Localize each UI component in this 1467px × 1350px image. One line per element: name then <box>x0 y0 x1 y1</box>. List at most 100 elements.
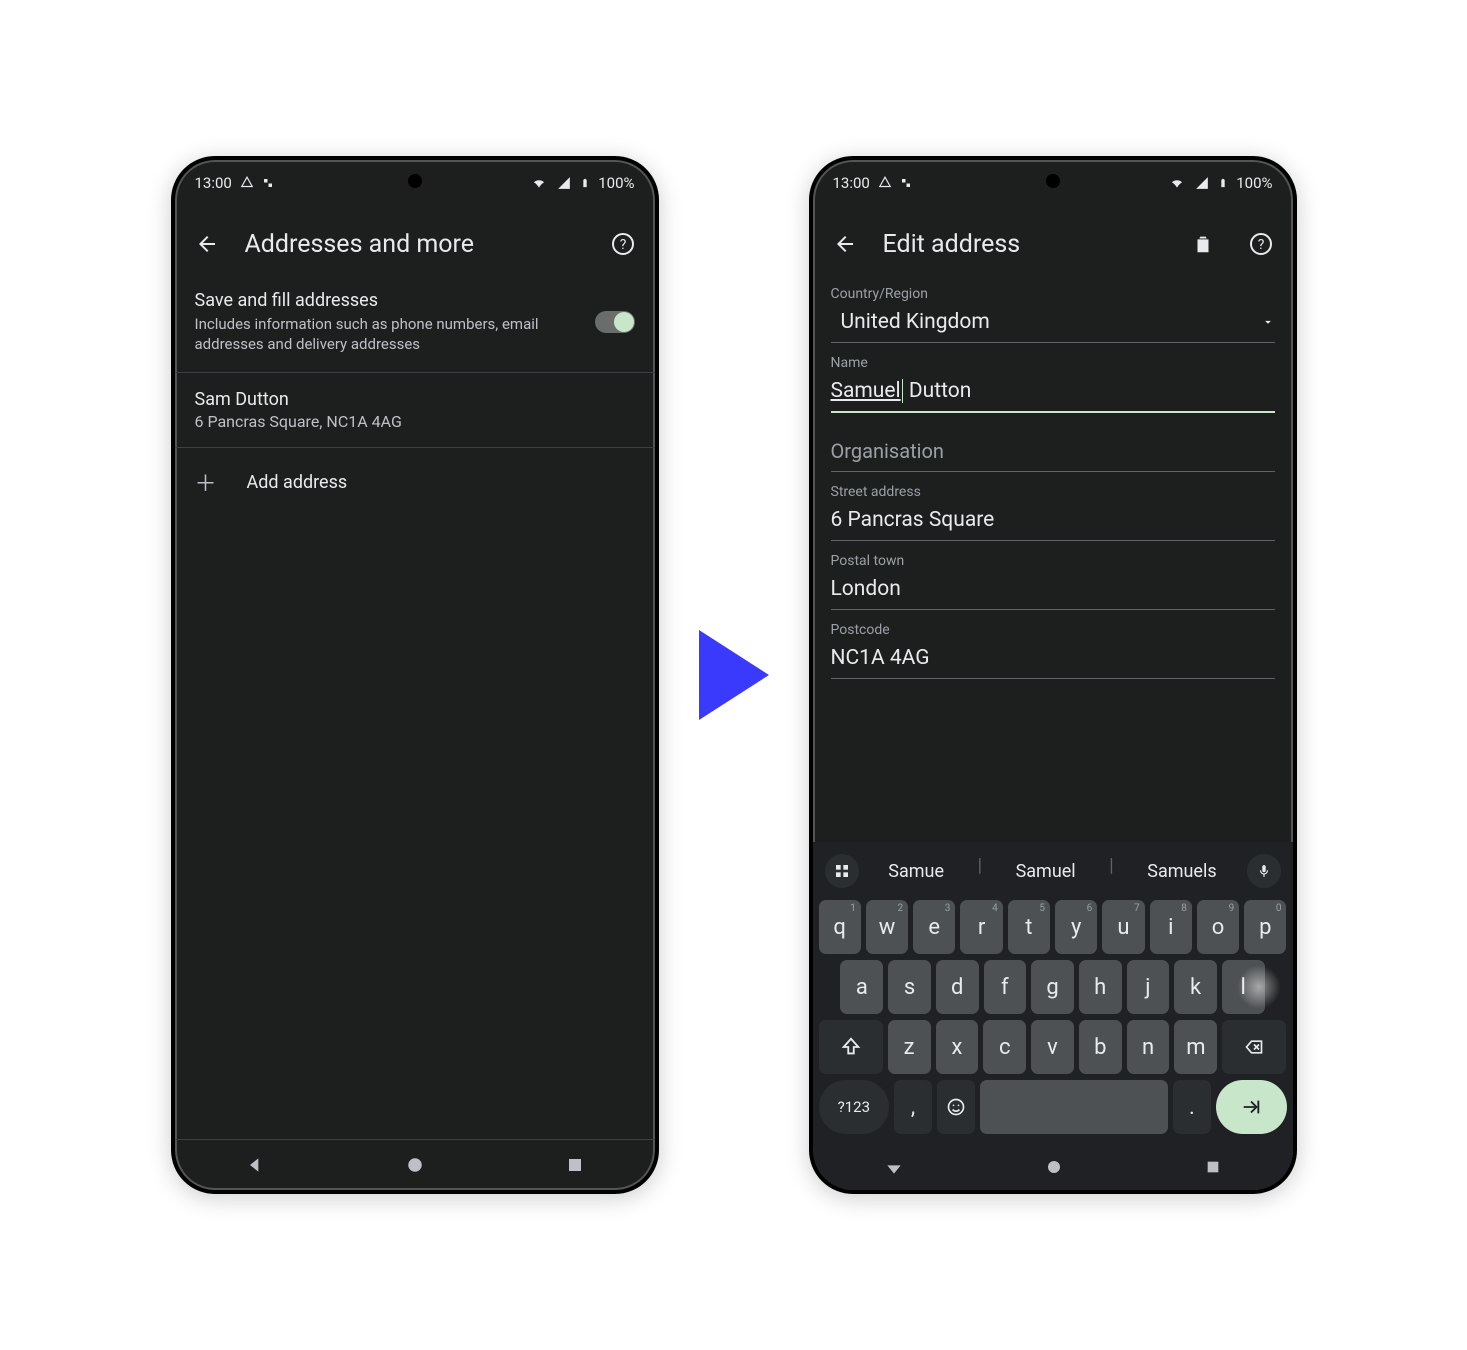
system-nav-bar <box>175 1139 655 1190</box>
key-t[interactable]: t5 <box>1008 900 1050 954</box>
plus-icon: ＋ <box>195 466 217 498</box>
help-button[interactable]: ? <box>603 224 643 264</box>
keyboard-row-4: ?123 , . <box>819 1080 1287 1134</box>
key-f[interactable]: f <box>984 960 1027 1014</box>
keyboard-row-2: asdfghjkl <box>819 960 1287 1014</box>
signal-icon <box>556 176 572 190</box>
name-value-rest: Dutton <box>904 379 972 403</box>
period-key[interactable]: . <box>1173 1080 1211 1134</box>
key-g[interactable]: g <box>1031 960 1074 1014</box>
key-l[interactable]: l <box>1222 960 1265 1014</box>
key-o[interactable]: o9 <box>1197 900 1239 954</box>
address-entry[interactable]: Sam Dutton 6 Pancras Square, NC1A 4AG <box>175 373 655 448</box>
nav-home-icon[interactable] <box>406 1156 424 1174</box>
street-value: 6 Pancras Square <box>831 508 995 532</box>
help-icon: ? <box>611 232 635 256</box>
trash-icon <box>1192 233 1214 255</box>
suggestion-3[interactable]: Samuels <box>1137 855 1226 888</box>
key-n[interactable]: n <box>1127 1020 1170 1074</box>
address-name: Sam Dutton <box>195 389 635 410</box>
backspace-icon <box>1242 1037 1266 1057</box>
grid-icon <box>834 863 850 879</box>
name-label: Name <box>831 355 1275 371</box>
nav-back-icon[interactable] <box>245 1155 265 1175</box>
status-time: 13:00 <box>833 174 870 192</box>
postcode-label: Postcode <box>831 622 1275 638</box>
enter-key[interactable] <box>1216 1080 1287 1134</box>
address-line: 6 Pancras Square, NC1A 4AG <box>195 412 635 431</box>
comma-key[interactable]: , <box>894 1080 932 1134</box>
country-label: Country/Region <box>831 286 1275 302</box>
town-label: Postal town <box>831 553 1275 569</box>
camera-dot <box>408 174 422 188</box>
key-k[interactable]: k <box>1174 960 1217 1014</box>
name-field[interactable]: Samuel Dutton <box>831 373 1275 413</box>
key-r[interactable]: r4 <box>960 900 1002 954</box>
add-address-row[interactable]: ＋ Add address <box>175 448 655 516</box>
suggestion-1[interactable]: Samue <box>878 855 954 888</box>
keyboard-tools-button[interactable] <box>825 854 859 888</box>
key-y[interactable]: y6 <box>1055 900 1097 954</box>
key-s[interactable]: s <box>888 960 931 1014</box>
key-x[interactable]: x <box>936 1020 979 1074</box>
key-d[interactable]: d <box>936 960 979 1014</box>
key-j[interactable]: j <box>1127 960 1170 1014</box>
page-title: Edit address <box>883 230 1165 259</box>
back-button[interactable] <box>187 224 227 264</box>
keyboard-row-1: q1w2e3r4t5y6u7i8o9p0 <box>819 900 1287 954</box>
key-p[interactable]: p0 <box>1244 900 1286 954</box>
key-m[interactable]: m <box>1174 1020 1217 1074</box>
suggestion-2[interactable]: Samuel <box>1006 855 1086 888</box>
organisation-field[interactable]: Organisation <box>831 415 1275 472</box>
space-key[interactable] <box>980 1080 1169 1134</box>
touch-ripple <box>1237 965 1281 1009</box>
save-fill-toggle-row[interactable]: Save and fill addresses Includes informa… <box>175 272 655 373</box>
nav-home-icon[interactable] <box>1046 1159 1062 1175</box>
app-bar: Addresses and more ? <box>175 206 655 272</box>
nav-recents-icon[interactable] <box>1205 1159 1221 1175</box>
nav-recents-icon[interactable] <box>566 1156 584 1174</box>
status-app-icon <box>240 176 254 190</box>
help-button[interactable]: ? <box>1241 224 1281 264</box>
shift-icon <box>840 1036 862 1058</box>
phone-edit-address: 13:00 100% Edit address ? <box>809 156 1297 1194</box>
signal-icon <box>1194 176 1210 190</box>
key-q[interactable]: q1 <box>819 900 861 954</box>
status-battery: 100% <box>598 174 634 192</box>
page-title: Addresses and more <box>245 230 585 259</box>
toggle-subtitle: Includes information such as phone numbe… <box>195 315 579 354</box>
toggle-title: Save and fill addresses <box>195 290 579 311</box>
key-c[interactable]: c <box>983 1020 1026 1074</box>
emoji-key[interactable] <box>937 1080 975 1134</box>
key-h[interactable]: h <box>1079 960 1122 1014</box>
key-w[interactable]: w2 <box>866 900 908 954</box>
system-nav-bar <box>813 1144 1293 1190</box>
shift-key[interactable] <box>819 1020 883 1074</box>
key-v[interactable]: v <box>1031 1020 1074 1074</box>
key-u[interactable]: u7 <box>1102 900 1144 954</box>
street-label: Street address <box>831 484 1275 500</box>
key-z[interactable]: z <box>888 1020 931 1074</box>
key-e[interactable]: e3 <box>913 900 955 954</box>
numbers-key[interactable]: ?123 <box>819 1080 890 1134</box>
postcode-field[interactable]: NC1A 4AG <box>831 640 1275 679</box>
key-b[interactable]: b <box>1079 1020 1122 1074</box>
key-i[interactable]: i8 <box>1150 900 1192 954</box>
nav-keyboard-hide-icon[interactable] <box>884 1157 904 1177</box>
chevron-down-icon <box>1261 315 1275 329</box>
keyboard: Samue | Samuel | Samuels q1w2e3r4t5y6u7i… <box>813 842 1293 1144</box>
street-field[interactable]: 6 Pancras Square <box>831 502 1275 541</box>
svg-text:?: ? <box>1257 237 1264 253</box>
save-fill-toggle[interactable] <box>595 311 635 333</box>
backspace-key[interactable] <box>1222 1020 1286 1074</box>
country-value: United Kingdom <box>841 310 990 334</box>
back-button[interactable] <box>825 224 865 264</box>
status-battery: 100% <box>1236 174 1272 192</box>
arrow-back-icon <box>195 232 219 256</box>
country-dropdown[interactable]: United Kingdom <box>831 304 1275 343</box>
delete-button[interactable] <box>1183 224 1223 264</box>
tab-next-icon <box>1240 1096 1262 1118</box>
key-a[interactable]: a <box>840 960 883 1014</box>
town-field[interactable]: London <box>831 571 1275 610</box>
keyboard-voice-button[interactable] <box>1247 854 1281 888</box>
